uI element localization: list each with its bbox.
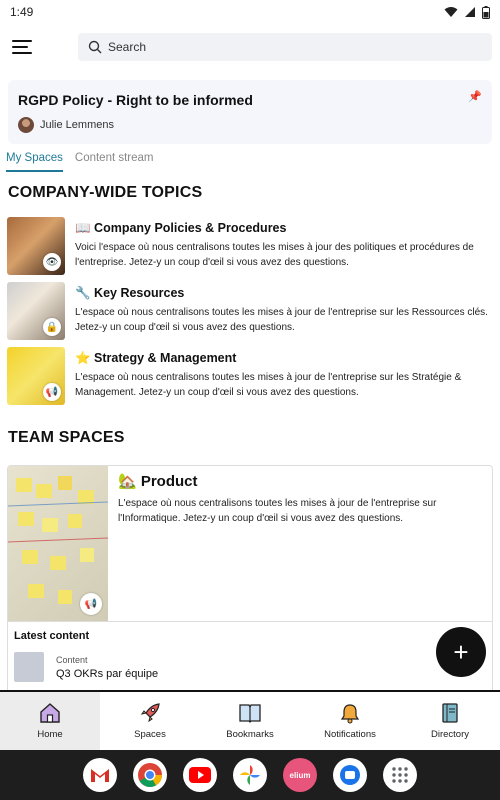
pin-icon: 📌 <box>468 91 482 103</box>
photos-icon[interactable] <box>233 758 267 792</box>
topic-thumbnail: 📢 <box>7 347 65 405</box>
pinned-post-title: RGPD Policy - Right to be informed <box>18 92 253 108</box>
topic-description: Voici l'espace où nous centralisons tout… <box>75 242 474 268</box>
nav-label: Notifications <box>324 729 376 740</box>
lock-icon: 🔒 <box>43 318 61 336</box>
nav-label: Bookmarks <box>226 729 274 740</box>
wifi-icon <box>444 7 458 17</box>
app-drawer-icon[interactable] <box>383 758 417 792</box>
bottom-navigation: Home Spaces Bookmarks Notifications Dire… <box>0 690 500 750</box>
nav-bookmarks[interactable]: Bookmarks <box>200 692 300 750</box>
nav-notifications[interactable]: Notifications <box>300 692 400 750</box>
status-time: 1:49 <box>10 5 34 19</box>
search-icon <box>88 40 102 54</box>
top-bar: Search <box>0 28 500 66</box>
topic-thumbnail: 👁 <box>7 217 65 275</box>
menu-icon[interactable] <box>12 38 32 56</box>
tab-my-spaces[interactable]: My Spaces <box>6 152 63 172</box>
author-name: Julie Lemmens <box>40 119 114 131</box>
topic-title: ⭐ Strategy & Management <box>75 351 237 365</box>
pinned-post-card[interactable]: RGPD Policy - Right to be informed Julie… <box>8 80 492 144</box>
topic-description: L'espace où nous centralisons toutes les… <box>75 307 488 333</box>
tab-content-stream[interactable]: Content stream <box>75 152 154 172</box>
nav-label: Directory <box>430 729 469 740</box>
team-space-title: 🏡 Product <box>118 473 198 490</box>
team-spaces-heading: TEAM SPACES <box>8 429 125 446</box>
company-topics-heading: COMPANY-WIDE TOPICS <box>8 184 203 201</box>
product-thumbnail: 📢 <box>8 466 109 621</box>
bell-icon <box>340 704 360 724</box>
status-icons <box>444 5 490 19</box>
signal-icon <box>465 7 475 17</box>
topic-title: 🔧 Key Resources <box>75 286 185 300</box>
home-icon <box>40 703 60 723</box>
nav-home[interactable]: Home <box>0 692 100 750</box>
nav-directory[interactable]: Directory <box>400 692 500 750</box>
topic-key-resources[interactable]: 🔒 🔧 Key Resources L'espace où nous centr… <box>7 282 493 340</box>
topic-title: 📖 Company Policies & Procedures <box>75 221 287 235</box>
avatar <box>18 117 34 133</box>
nav-label: Spaces <box>134 729 166 740</box>
eye-icon: 👁 <box>43 253 61 271</box>
team-space-product-card[interactable]: 📢 🏡 Product L'espace où nous centralison… <box>7 465 493 695</box>
megaphone-icon: 📢 <box>43 383 61 401</box>
book-icon <box>239 704 261 723</box>
search-placeholder: Search <box>108 40 147 54</box>
latest-content-item[interactable]: Content Q3 OKRs par équipe <box>14 652 488 682</box>
megaphone-icon: 📢 <box>80 593 102 615</box>
topic-description: L'espace où nous centralisons toutes les… <box>75 372 462 398</box>
content-thumbnail <box>14 652 44 682</box>
add-content-button[interactable]: + <box>436 627 486 677</box>
rocket-icon <box>140 703 160 723</box>
space-tabs: My Spaces Content stream <box>6 152 154 172</box>
plus-icon: + <box>453 636 469 667</box>
chrome-icon[interactable] <box>133 758 167 792</box>
content-title: Q3 OKRs par équipe <box>56 667 159 680</box>
nav-spaces[interactable]: Spaces <box>100 692 200 750</box>
topic-thumbnail: 🔒 <box>7 282 65 340</box>
battery-icon <box>482 5 490 19</box>
content-type-label: Content <box>56 654 88 665</box>
search-input[interactable]: Search <box>78 33 492 61</box>
topic-company-policies[interactable]: 👁 📖 Company Policies & Procedures Voici … <box>7 217 493 275</box>
notebook-icon <box>442 703 458 723</box>
topic-strategy-management[interactable]: 📢 ⭐ Strategy & Management L'espace où no… <box>7 347 493 405</box>
gmail-icon[interactable] <box>83 758 117 792</box>
latest-content-heading: Latest content <box>14 630 90 642</box>
latest-content-section: Latest content Content Q3 OKRs par équip… <box>8 621 492 690</box>
app-dock: elium <box>0 750 500 800</box>
youtube-icon[interactable] <box>183 758 217 792</box>
elium-icon[interactable]: elium <box>283 758 317 792</box>
elium-app-label: elium <box>289 770 311 780</box>
messages-icon[interactable] <box>333 758 367 792</box>
pinned-post-author: Julie Lemmens <box>18 117 482 133</box>
team-space-description: L'espace où nous centralisons toutes les… <box>118 498 437 524</box>
nav-label: Home <box>37 729 63 740</box>
status-bar: 1:49 <box>0 0 500 24</box>
